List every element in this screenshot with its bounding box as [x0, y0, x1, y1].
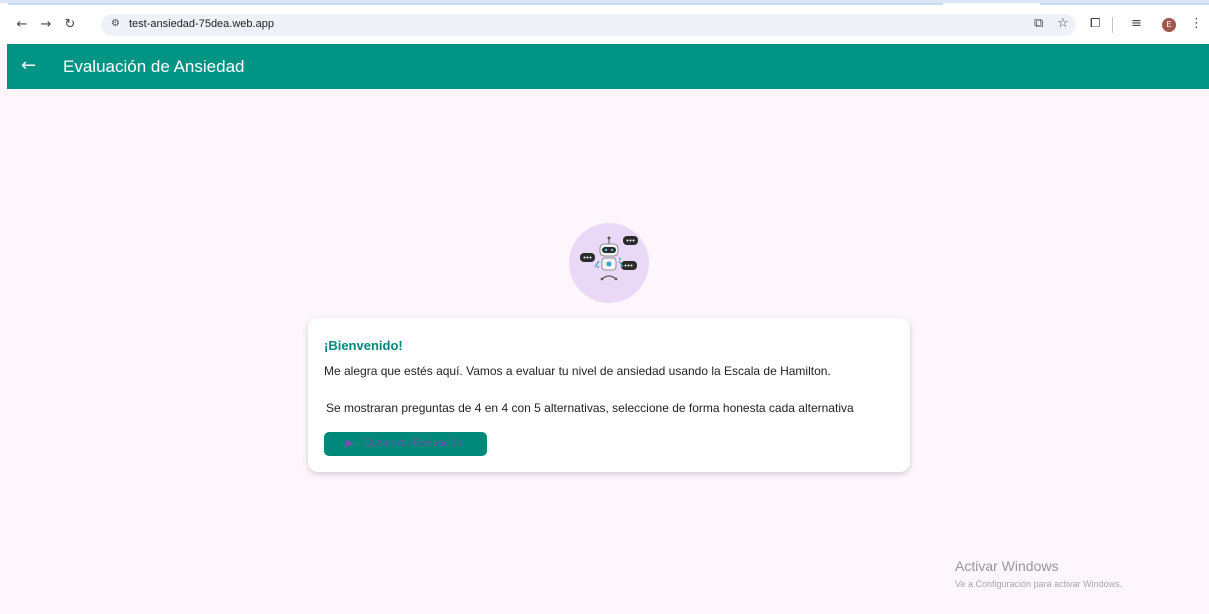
extensions-icon[interactable]: ⧠ — [1090, 16, 1100, 32]
start-evaluation-button[interactable]: ▶ Comenzar Evaluación — [324, 432, 487, 456]
toolbar-divider — [1112, 17, 1113, 33]
reload-icon[interactable]: ↻ — [62, 17, 78, 33]
avatar[interactable]: E — [1162, 18, 1176, 32]
back-icon[interactable]: ← — [14, 17, 30, 33]
tab-strip — [8, 3, 943, 5]
menu-icon[interactable]: ⋮ — [1190, 16, 1203, 32]
play-icon: ▶ — [346, 438, 354, 449]
robot-illustration — [569, 223, 649, 303]
tab-strip-right — [1040, 3, 1209, 5]
start-evaluation-label: Comenzar Evaluación — [364, 438, 462, 449]
card-instructions-text: Se mostraran preguntas de 4 en 4 con 5 a… — [326, 401, 854, 415]
welcome-card: ¡Bienvenido! Me alegra que estés aquí. V… — [308, 318, 910, 472]
card-title: ¡Bienvenido! — [324, 338, 403, 353]
app-bar: ← Evaluación de Ansiedad — [7, 44, 1209, 89]
browser-toolbar: ← → ↻ ⚙ test-ansiedad-75dea.web.app ⧉ ☆ … — [0, 0, 1209, 44]
windows-watermark-subtitle: Ve a Configuración para activar Windows. — [955, 579, 1123, 589]
bookmark-star-icon[interactable]: ☆ — [1057, 16, 1069, 32]
windows-watermark-title: Activar Windows — [955, 558, 1059, 574]
url-text[interactable]: test-ansiedad-75dea.web.app — [129, 18, 274, 30]
page-title: Evaluación de Ansiedad — [63, 57, 245, 76]
forward-icon[interactable]: → — [38, 17, 54, 33]
reading-list-icon[interactable]: ≡ — [1131, 16, 1142, 32]
card-intro-text: Me alegra que estés aquí. Vamos a evalua… — [324, 364, 831, 378]
site-info-icon[interactable]: ⚙ — [111, 18, 120, 29]
address-bar[interactable]: ⚙ test-ansiedad-75dea.web.app — [101, 14, 1076, 36]
robot-chat-icon — [580, 236, 638, 281]
back-arrow-icon[interactable]: ← — [21, 56, 36, 76]
install-app-icon[interactable]: ⧉ — [1034, 16, 1043, 32]
